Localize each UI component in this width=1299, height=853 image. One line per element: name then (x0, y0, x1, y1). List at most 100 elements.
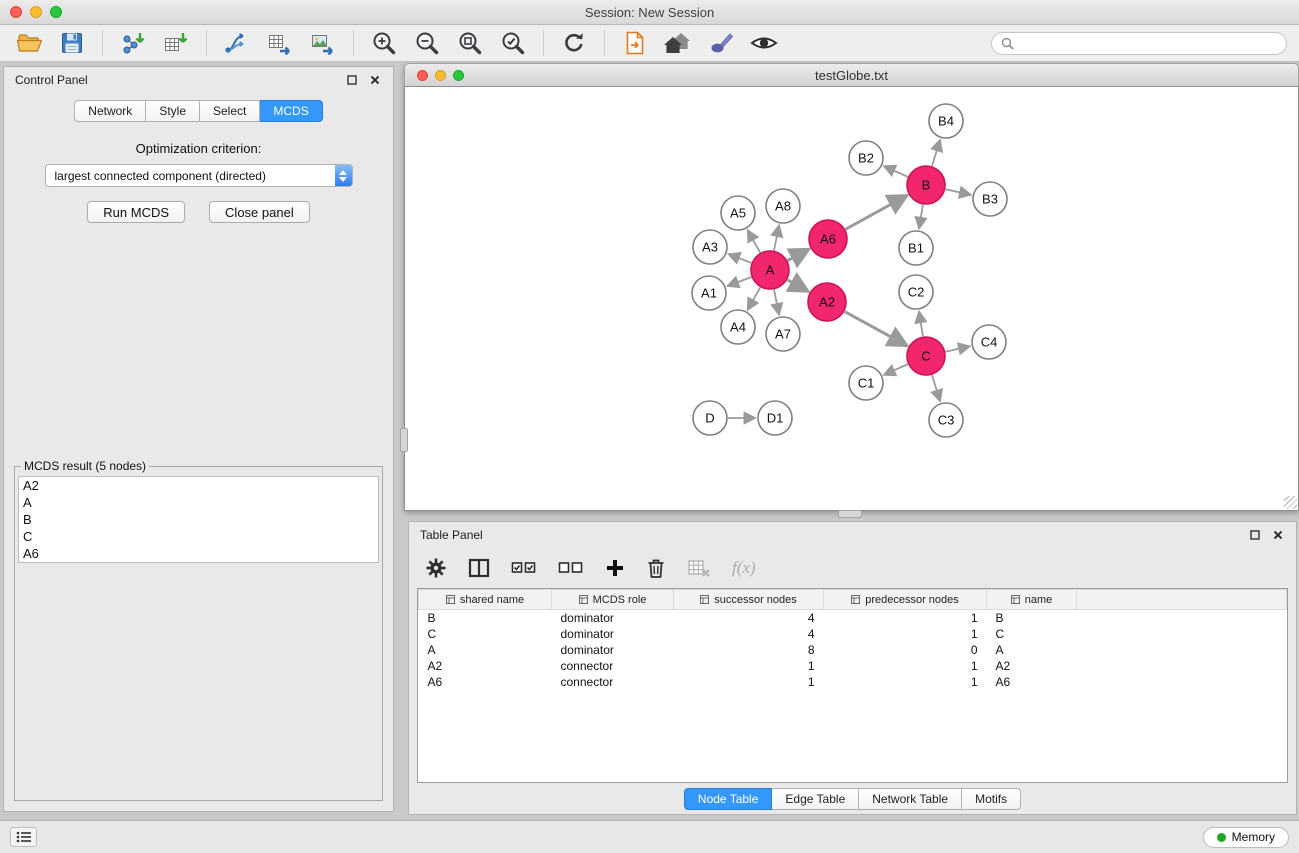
save-session-button[interactable] (53, 27, 91, 59)
network-edge-B-B1[interactable] (919, 205, 923, 228)
unselect-all-button[interactable] (558, 559, 584, 577)
apply-layout-button[interactable] (555, 27, 593, 59)
close-network-window-button[interactable] (417, 70, 428, 81)
network-node-D1[interactable]: D1 (758, 401, 792, 435)
table-row[interactable]: A2connector11A2 (419, 658, 1287, 674)
network-node-B4[interactable]: B4 (929, 104, 963, 138)
network-canvas[interactable]: B4B2BB3A8A5A6A3B1AC2A1A2A4A7C4CC1DD1C3 (405, 87, 1298, 509)
column-header[interactable]: name (987, 590, 1077, 610)
search-box[interactable] (991, 32, 1287, 55)
network-node-A8[interactable]: A8 (766, 189, 800, 223)
network-edge-A2-C[interactable] (845, 312, 907, 346)
mcds-result-item[interactable]: B (19, 511, 378, 528)
network-node-A1[interactable]: A1 (692, 276, 726, 310)
mcds-result-item[interactable]: A6 (19, 545, 378, 562)
network-node-B[interactable]: B (907, 166, 945, 204)
network-edge-A-A8[interactable] (774, 226, 779, 251)
network-node-A[interactable]: A (751, 251, 789, 289)
tab-select[interactable]: Select (200, 100, 260, 122)
network-node-B1[interactable]: B1 (899, 231, 933, 265)
vertical-splitter-grip[interactable] (400, 428, 408, 452)
network-edge-C-C1[interactable] (884, 364, 908, 375)
export-image-button[interactable] (304, 27, 342, 59)
close-window-button[interactable] (10, 6, 22, 18)
select-all-button[interactable] (511, 559, 537, 577)
network-window-titlebar[interactable]: testGlobe.txt (404, 63, 1299, 87)
close-mcds-panel-button[interactable]: Close panel (209, 201, 310, 223)
network-node-A6[interactable]: A6 (809, 220, 847, 258)
column-selector-button[interactable] (468, 558, 490, 578)
column-header[interactable]: predecessor nodes (824, 590, 987, 610)
export-table-button[interactable] (261, 27, 299, 59)
horizontal-splitter-grip[interactable] (838, 510, 862, 518)
tab-network-table[interactable]: Network Table (859, 788, 962, 810)
mcds-result-item[interactable]: A2 (19, 477, 378, 494)
network-edge-A6-B[interactable] (846, 196, 907, 230)
network-edge-C-C2[interactable] (919, 312, 923, 336)
table-settings-button[interactable] (425, 557, 447, 579)
zoom-selected-button[interactable] (494, 27, 532, 59)
network-edge-A-A3[interactable] (729, 254, 752, 263)
run-mcds-button[interactable]: Run MCDS (87, 201, 185, 223)
mcds-result-item[interactable]: C (19, 528, 378, 545)
import-network-button[interactable] (114, 27, 152, 59)
graphics-details-button[interactable] (702, 27, 740, 59)
network-node-A2[interactable]: A2 (808, 283, 846, 321)
close-table-panel-button[interactable] (1271, 528, 1285, 542)
export-network-button[interactable] (218, 27, 256, 59)
node-table[interactable]: shared nameMCDS rolesuccessor nodesprede… (417, 588, 1288, 783)
network-node-A7[interactable]: A7 (766, 317, 800, 351)
column-header[interactable]: MCDS role (552, 590, 674, 610)
tab-edge-table[interactable]: Edge Table (772, 788, 859, 810)
mcds-result-list[interactable]: A2ABCA6 (18, 476, 379, 563)
delete-table-button[interactable] (687, 558, 711, 578)
zoom-in-button[interactable] (365, 27, 403, 59)
close-control-panel-button[interactable] (368, 73, 382, 87)
float-table-panel-button[interactable] (1248, 528, 1262, 542)
tab-style[interactable]: Style (146, 100, 200, 122)
import-table-button[interactable] (157, 27, 195, 59)
network-edge-C-C3[interactable] (932, 375, 940, 401)
network-node-D[interactable]: D (693, 401, 727, 435)
tab-mcds[interactable]: MCDS (260, 100, 322, 122)
table-row[interactable]: Bdominator41B (419, 610, 1287, 626)
delete-column-button[interactable] (646, 557, 666, 579)
add-column-button[interactable] (605, 558, 625, 578)
tab-motifs[interactable]: Motifs (962, 788, 1021, 810)
network-edge-A-A5[interactable] (748, 230, 760, 252)
network-edge-A-A4[interactable] (748, 287, 760, 309)
network-node-B2[interactable]: B2 (849, 141, 883, 175)
network-edge-B-B2[interactable] (884, 166, 908, 177)
network-edge-B-B3[interactable] (946, 189, 971, 194)
network-node-C2[interactable]: C2 (899, 275, 933, 309)
zoom-out-button[interactable] (408, 27, 446, 59)
column-header[interactable]: shared name (419, 590, 552, 610)
network-edge-A-A1[interactable] (728, 277, 752, 286)
network-node-A5[interactable]: A5 (721, 196, 755, 230)
network-edge-A-A7[interactable] (774, 290, 779, 315)
network-node-B3[interactable]: B3 (973, 182, 1007, 216)
memory-button[interactable]: Memory (1203, 827, 1289, 848)
minimize-window-button[interactable] (30, 6, 42, 18)
table-row[interactable]: Adominator80A (419, 642, 1287, 658)
search-input[interactable] (1019, 36, 1277, 50)
function-builder-button[interactable]: f(x) (732, 558, 756, 578)
network-edge-B-B4[interactable] (932, 140, 940, 166)
network-node-C[interactable]: C (907, 337, 945, 375)
network-edge-C-C4[interactable] (946, 346, 970, 351)
mcds-result-item[interactable]: A (19, 494, 378, 511)
optimization-criterion-select[interactable]: largest connected component (directed) (45, 164, 353, 187)
network-node-C3[interactable]: C3 (929, 403, 963, 437)
table-row[interactable]: A6connector11A6 (419, 674, 1287, 690)
network-edge-A-A6[interactable] (788, 249, 809, 260)
table-row[interactable]: Cdominator41C (419, 626, 1287, 642)
network-edge-A-A2[interactable] (787, 280, 807, 291)
tab-network[interactable]: Network (74, 100, 146, 122)
network-node-A3[interactable]: A3 (693, 230, 727, 264)
zoom-network-window-button[interactable] (453, 70, 464, 81)
network-node-C1[interactable]: C1 (849, 366, 883, 400)
home-button[interactable] (659, 27, 697, 59)
tab-node-table[interactable]: Node Table (684, 788, 773, 810)
network-canvas-area[interactable]: B4B2BB3A8A5A6A3B1AC2A1A2A4A7C4CC1DD1C3 (404, 87, 1299, 511)
panel-list-button[interactable] (10, 827, 37, 847)
